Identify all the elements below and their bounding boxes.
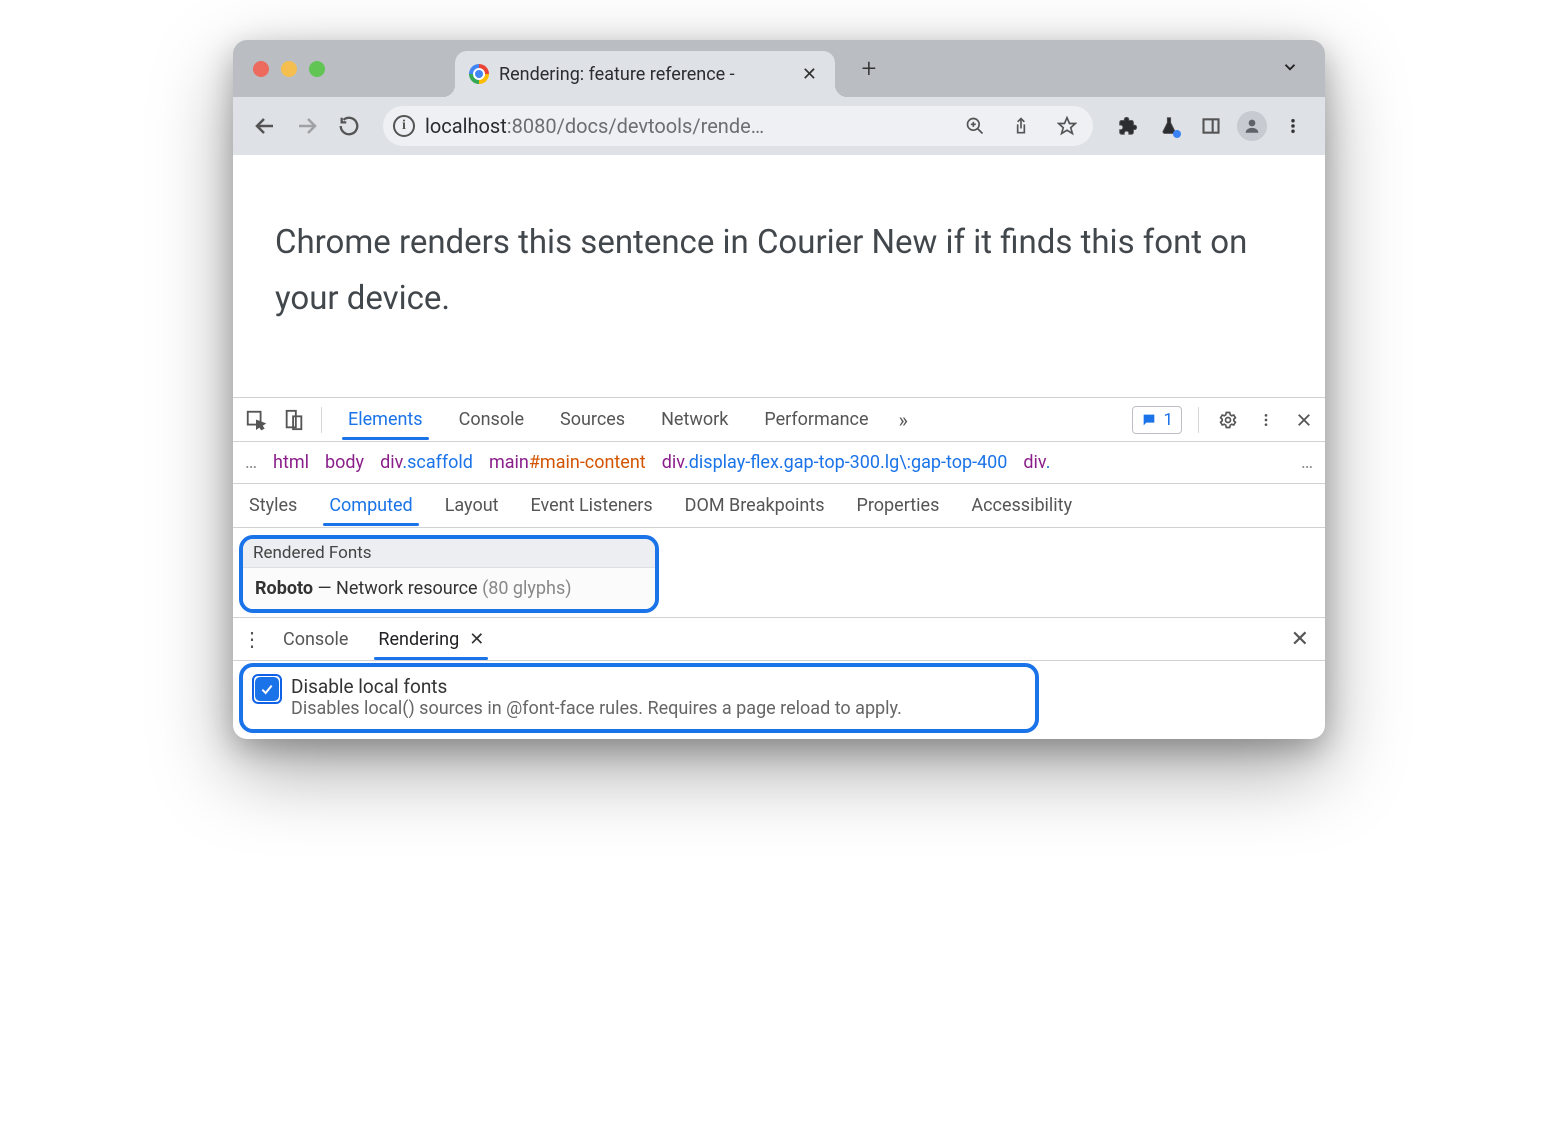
- drawer-tab-console[interactable]: Console: [273, 621, 358, 658]
- bookmark-star-icon[interactable]: [1051, 110, 1083, 142]
- tab-strip: Rendering: feature reference - ✕ +: [233, 40, 1325, 97]
- rendered-fonts-row: Roboto — Network resource (80 glyphs): [243, 568, 655, 609]
- devtools-panel: Elements Console Sources Network Perform…: [233, 397, 1325, 733]
- drawer-tabbar: ⋮ Console Rendering✕ ✕: [233, 617, 1325, 661]
- close-drawer-tab-icon[interactable]: ✕: [469, 629, 484, 650]
- close-devtools-button[interactable]: [1291, 407, 1317, 433]
- page-sentence: Chrome renders this sentence in Courier …: [275, 223, 1247, 318]
- crumb-div-end[interactable]: div.: [1023, 452, 1050, 473]
- crumb-html[interactable]: html: [273, 452, 309, 473]
- tab-network[interactable]: Network: [647, 401, 742, 438]
- labs-flask-icon[interactable]: [1153, 110, 1185, 142]
- crumb-div-flex[interactable]: div.display-flex.gap-top-300.lg\:gap-top…: [662, 452, 1008, 473]
- devtools-tabbar: Elements Console Sources Network Perform…: [233, 398, 1325, 442]
- profile-avatar[interactable]: [1237, 111, 1267, 141]
- browser-window: Rendering: feature reference - ✕ + i loc…: [233, 40, 1325, 739]
- maximize-window-button[interactable]: [309, 61, 325, 77]
- zoom-icon[interactable]: [959, 110, 991, 142]
- side-panel-icon[interactable]: [1195, 110, 1227, 142]
- dom-breadcrumbs[interactable]: … html body div.scaffold main#main-conte…: [233, 442, 1325, 484]
- elements-subtabs: Styles Computed Layout Event Listeners D…: [233, 484, 1325, 528]
- drawer-tab-rendering[interactable]: Rendering✕: [368, 621, 494, 658]
- subtab-layout[interactable]: Layout: [443, 487, 501, 524]
- subtab-dom-breakpoints[interactable]: DOM Breakpoints: [683, 487, 827, 524]
- settings-gear-icon[interactable]: [1215, 407, 1241, 433]
- site-info-icon[interactable]: i: [393, 115, 415, 137]
- close-tab-button[interactable]: ✕: [798, 64, 821, 85]
- rendered-font-name: Roboto: [255, 578, 313, 599]
- window-controls: [253, 61, 325, 77]
- tab-console[interactable]: Console: [445, 401, 538, 438]
- disable-local-fonts-row[interactable]: Disable local fonts Disables local() sou…: [243, 667, 1035, 729]
- chrome-favicon-icon: [469, 64, 489, 84]
- reload-button[interactable]: [333, 110, 365, 142]
- share-icon[interactable]: [1005, 110, 1037, 142]
- url-text: localhost:8080/docs/devtools/rende…: [425, 114, 764, 138]
- rendering-option-highlight: Disable local fonts Disables local() sou…: [239, 663, 1039, 733]
- device-toolbar-icon[interactable]: [279, 405, 309, 435]
- tab-elements[interactable]: Elements: [334, 401, 437, 438]
- option-description: Disables local() sources in @font-face r…: [291, 698, 902, 719]
- toolbar: i localhost:8080/docs/devtools/rende…: [233, 97, 1325, 155]
- breadcrumb-ellipsis[interactable]: …: [245, 452, 257, 473]
- rendered-fonts-heading: Rendered Fonts: [243, 539, 655, 568]
- subtab-computed[interactable]: Computed: [327, 487, 414, 524]
- close-drawer-button[interactable]: ✕: [1291, 627, 1317, 652]
- subtab-properties[interactable]: Properties: [855, 487, 942, 524]
- option-title: Disable local fonts: [291, 675, 902, 698]
- back-button[interactable]: [249, 110, 281, 142]
- minimize-window-button[interactable]: [281, 61, 297, 77]
- subtab-accessibility[interactable]: Accessibility: [969, 487, 1074, 524]
- more-tabs-icon[interactable]: »: [891, 408, 916, 432]
- crumb-body[interactable]: body: [325, 452, 364, 473]
- rendered-font-glyphs: (80 glyphs): [482, 578, 571, 599]
- page-content: Chrome renders this sentence in Courier …: [233, 155, 1325, 397]
- browser-tab[interactable]: Rendering: feature reference - ✕: [455, 51, 835, 97]
- new-tab-button[interactable]: +: [849, 54, 889, 84]
- forward-button[interactable]: [291, 110, 323, 142]
- subtab-event-listeners[interactable]: Event Listeners: [529, 487, 655, 524]
- inspect-element-icon[interactable]: [241, 405, 271, 435]
- tab-performance[interactable]: Performance: [750, 401, 882, 438]
- tab-sources[interactable]: Sources: [546, 401, 639, 438]
- rendered-fonts-section: Rendered Fonts Roboto — Network resource…: [239, 535, 659, 613]
- issues-badge[interactable]: 1: [1132, 406, 1182, 434]
- devtools-menu-icon[interactable]: [1253, 407, 1279, 433]
- drawer-menu-icon[interactable]: ⋮: [241, 627, 263, 651]
- menu-dots-icon[interactable]: [1277, 110, 1309, 142]
- close-window-button[interactable]: [253, 61, 269, 77]
- breadcrumb-more-icon[interactable]: …: [1301, 452, 1313, 473]
- crumb-div-scaffold[interactable]: div.scaffold: [380, 452, 473, 473]
- address-bar[interactable]: i localhost:8080/docs/devtools/rende…: [383, 106, 1093, 146]
- tab-title: Rendering: feature reference -: [499, 64, 788, 85]
- rendered-font-source: Network resource: [336, 578, 482, 599]
- tabs-dropdown-icon[interactable]: [1281, 57, 1299, 81]
- disable-local-fonts-checkbox[interactable]: [255, 677, 279, 701]
- subtab-styles[interactable]: Styles: [247, 487, 299, 524]
- extensions-icon[interactable]: [1111, 110, 1143, 142]
- crumb-main[interactable]: main#main-content: [489, 452, 646, 473]
